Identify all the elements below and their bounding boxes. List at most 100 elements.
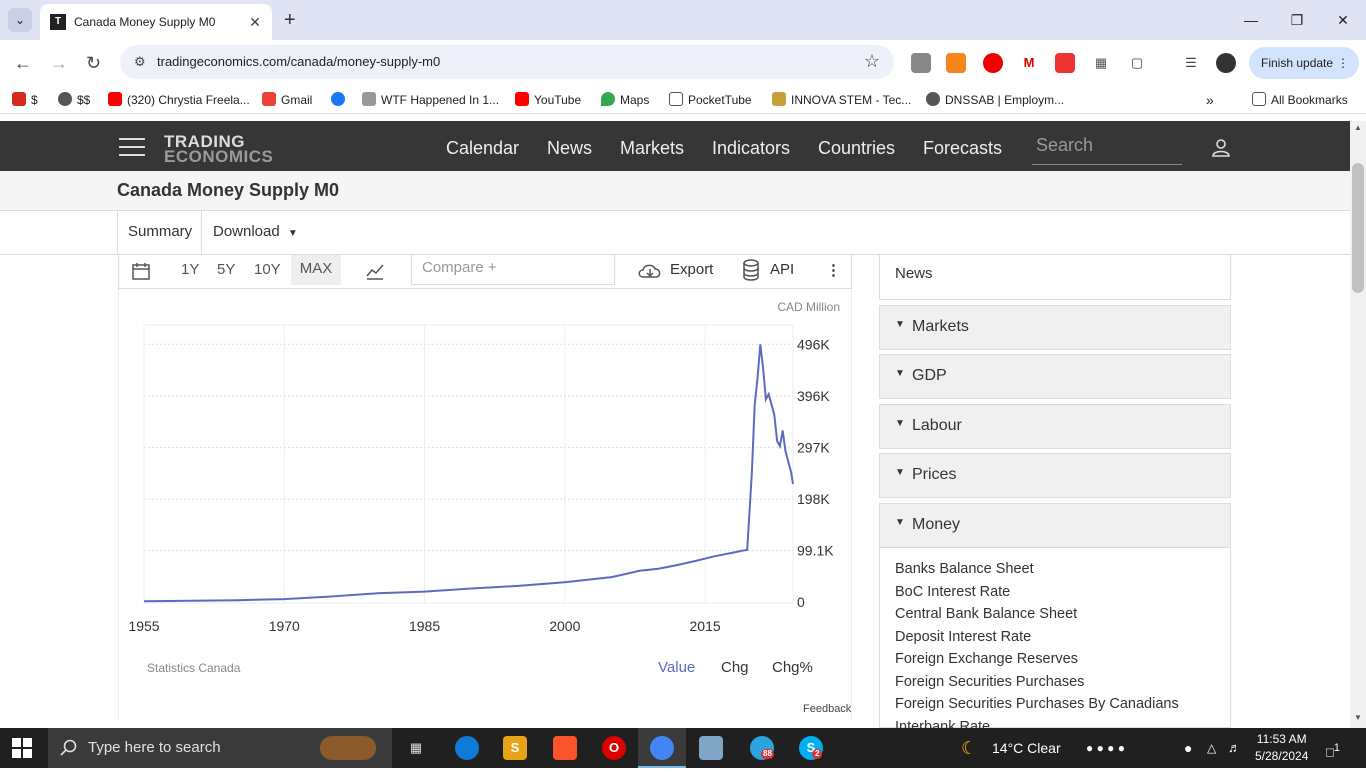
weather-text[interactable]: 14°C Clear [992,728,1061,768]
section-markets[interactable]: ▼ Markets [879,305,1231,350]
money-supply-chart[interactable]: CAD Million 0 99.1K 198K 297K 396K 496K 1955 197… [119,289,853,721]
range-5y[interactable]: 5Y [217,261,235,278]
record-extension-icon[interactable] [1055,53,1075,73]
section-money[interactable]: ▼ Money [879,503,1231,548]
bookmark-star-icon[interactable]: ☆ [864,51,880,72]
link-foreign-exchange-reserves[interactable]: Foreign Exchange Reserves [895,648,1215,671]
scroll-down-icon[interactable]: ▼ [1354,713,1362,722]
close-tab-icon[interactable]: ✕ [246,14,264,31]
link-boc-interest-rate[interactable]: BoC Interest Rate [895,581,1215,604]
minimize-icon[interactable]: — [1228,0,1274,40]
site-info-icon[interactable]: ⚙ [134,54,146,70]
trading-economics-logo[interactable]: TRADING ECONOMICS [164,133,273,165]
reload-icon[interactable]: ↻ [86,53,101,73]
taskbar-search-input[interactable]: Type here to search [48,728,392,768]
cloud-download-icon[interactable] [637,261,663,281]
weather-moon-icon[interactable]: ☾ [961,728,977,768]
nav-indicators[interactable]: Indicators [712,138,790,159]
url-text[interactable]: tradingeconomics.com/canada/money-supply… [157,54,440,69]
link-deposit-interest-rate[interactable]: Deposit Interest Rate [895,626,1215,649]
window-close-icon[interactable]: ✕ [1320,0,1366,40]
export-button[interactable]: Export [670,261,713,278]
link-foreign-securities-purchases[interactable]: Foreign Securities Purchases [895,671,1215,694]
range-max[interactable]: MAX [291,255,341,285]
qr-extension-icon[interactable]: ▦ [1091,53,1111,73]
page-scrollbar[interactable]: ▲ ▼ [1350,121,1366,728]
profile-avatar[interactable] [1216,53,1236,73]
download-dropdown[interactable]: Download ▼ [213,223,298,240]
link-central-bank-balance-sheet[interactable]: Central Bank Balance Sheet [895,603,1215,626]
restore-icon[interactable]: ❐ [1274,0,1320,40]
back-icon[interactable]: ← [14,53,32,73]
feedback-link[interactable]: Feedback [803,703,851,715]
link-interbank-rate[interactable]: Interbank Rate [895,716,1215,729]
bookmark-youtube[interactable]: YouTube [515,92,581,107]
volume-icon[interactable]: ♬ [1228,728,1241,768]
hamburger-menu-icon[interactable] [119,138,145,156]
scroll-up-icon[interactable]: ▲ [1354,123,1362,132]
user-account-icon[interactable] [1212,139,1230,157]
sidebar-news[interactable]: News [879,255,1231,300]
tray-icons[interactable]: ● ● ● ● [1086,728,1125,768]
brave-icon[interactable] [553,736,577,760]
sublime-text-icon[interactable]: S [503,736,527,760]
nav-markets[interactable]: Markets [620,138,684,159]
scroll-thumb[interactable] [1352,163,1364,293]
nav-calendar[interactable]: Calendar [446,138,519,159]
calendar-icon[interactable] [131,261,151,281]
nav-countries[interactable]: Countries [818,138,895,159]
notification-center-icon[interactable]: □1 [1326,728,1340,768]
section-gdp[interactable]: ▼ GDP [879,354,1231,399]
folder-extension-icon[interactable] [911,53,931,73]
api-button[interactable]: API [770,261,794,278]
chgpct-toggle[interactable]: Chg% [772,659,813,676]
taskbar-clock[interactable]: 11:53 AM 5/28/2024 [1255,731,1308,765]
network-icon[interactable]: △ [1207,728,1216,768]
link-banks-balance-sheet[interactable]: Banks Balance Sheet [895,558,1215,581]
extensions-puzzle-icon[interactable]: ▢ [1127,53,1147,73]
range-10y[interactable]: 10Y [254,261,281,278]
section-prices[interactable]: ▼ Prices [879,453,1231,498]
opera-extension-icon[interactable] [983,53,1003,73]
skype-icon[interactable]: S 2 [799,736,823,760]
address-bar[interactable]: ⚙ tradingeconomics.com/canada/money-supp… [120,45,894,79]
microphone-icon[interactable]: ● [1184,728,1192,768]
opera-icon[interactable]: O [602,736,626,760]
chart-source[interactable]: Statistics Canada [147,661,240,675]
new-tab-icon[interactable]: + [284,8,296,32]
bookmark-facebook[interactable] [331,92,350,107]
chart-type-line-icon[interactable] [365,261,385,281]
more-bookmarks-icon[interactable]: » [1206,92,1214,108]
forward-icon[interactable]: → [50,53,68,73]
bookmark-pockettube[interactable]: PocketTube [669,92,752,107]
bookmark-youtube-freeland[interactable]: (320) Chrystia Freela... [108,92,250,107]
metamask-extension-icon[interactable] [946,53,966,73]
nav-news[interactable]: News [547,138,592,159]
tab-summary[interactable]: Summary [117,211,202,255]
compare-input[interactable]: Compare + [411,255,615,285]
telegram-icon[interactable]: 88 [750,736,774,760]
mega-extension-icon[interactable]: M [1019,53,1039,73]
bookmark-dollar[interactable]: $ [12,92,38,107]
all-bookmarks[interactable]: All Bookmarks [1252,92,1348,107]
bookmark-innova-stem[interactable]: INNOVA STEM - Tec... [772,92,911,107]
task-view-icon[interactable]: ▦ [404,736,428,760]
bookmark-double-dollar[interactable]: $$ [58,92,90,107]
active-tab[interactable]: T Canada Money Supply M0 ✕ [40,4,272,40]
edge-icon[interactable] [455,736,479,760]
value-toggle[interactable]: Value [658,659,695,676]
nav-forecasts[interactable]: Forecasts [923,138,1002,159]
range-1y[interactable]: 1Y [181,261,199,278]
chg-toggle[interactable]: Chg [721,659,749,676]
media-control-icon[interactable]: ☰ [1181,53,1201,73]
section-labour[interactable]: ▼ Labour [879,404,1231,449]
site-search-input[interactable]: Search [1032,135,1182,165]
notepad-icon[interactable] [699,736,723,760]
finish-update-button[interactable]: Finish update ⋮ [1249,47,1359,79]
bookmark-dnssab[interactable]: DNSSAB | Employm... [926,92,1064,107]
link-foreign-securities-purchases-by-canadians[interactable]: Foreign Securities Purchases By Canadian… [895,693,1215,716]
database-icon[interactable] [742,259,760,281]
windows-start-icon[interactable] [12,738,32,758]
bookmark-wtf-happened[interactable]: WTF Happened In 1... [362,92,499,107]
chrome-taskbar-active[interactable] [638,728,686,768]
